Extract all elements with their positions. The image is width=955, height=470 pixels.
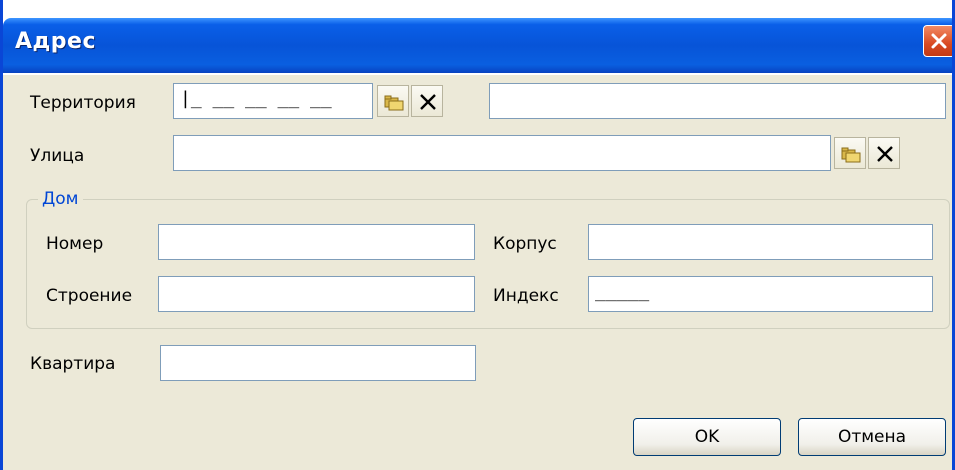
title-bar[interactable]: [3, 18, 952, 73]
house-number-field[interactable]: [158, 224, 475, 260]
territory-label: Территория: [30, 93, 136, 113]
structure-label: Строение: [46, 286, 133, 306]
ok-button[interactable]: OK: [633, 418, 781, 456]
title-bar-area: Адрес: [3, 0, 952, 75]
close-button[interactable]: [923, 25, 952, 57]
index-field[interactable]: _____: [588, 276, 933, 312]
territory-code-field[interactable]: |_ __ __ __ __: [173, 83, 373, 119]
territory-clear-button[interactable]: [411, 85, 443, 117]
building-label: Корпус: [493, 234, 557, 254]
index-mask: _____: [595, 281, 650, 302]
building-field[interactable]: [588, 224, 933, 260]
house-number-label: Номер: [46, 234, 104, 254]
territory-name-field[interactable]: [489, 83, 946, 119]
house-group-label: Дом: [38, 188, 83, 210]
dialog-body: Территория |_ __ __ __ __ Улица Дом Номе…: [3, 75, 952, 470]
street-clear-button[interactable]: [868, 137, 900, 169]
address-dialog: Адрес Территория |_ __ __ __ __ Улица До…: [0, 0, 955, 470]
street-label: Улица: [30, 146, 85, 166]
clear-x-icon: [877, 146, 893, 162]
clear-x-icon: [420, 94, 436, 110]
street-field[interactable]: [173, 135, 831, 171]
street-lookup-button[interactable]: [834, 137, 866, 169]
structure-field[interactable]: [158, 276, 475, 312]
territory-lookup-button[interactable]: [377, 85, 409, 117]
close-icon: [931, 33, 947, 49]
cancel-button[interactable]: Отмена: [798, 418, 946, 456]
window-title: Адрес: [15, 29, 97, 54]
index-label: Индекс: [493, 286, 559, 306]
folders-lookup-icon: [841, 147, 861, 163]
apartment-label: Квартира: [30, 354, 116, 374]
territory-code-mask: |_ __ __ __ __: [180, 88, 332, 109]
folders-lookup-icon: [384, 95, 404, 111]
apartment-field[interactable]: [160, 345, 476, 381]
